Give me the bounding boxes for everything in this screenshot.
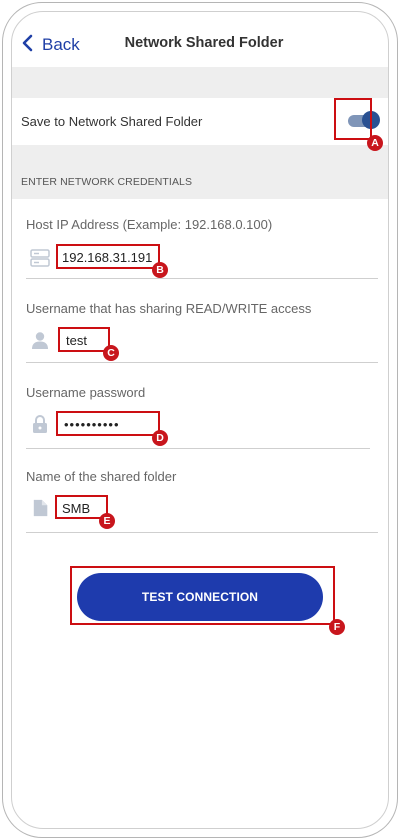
annotation-marker-a: A — [367, 135, 383, 151]
annotation-box-d — [56, 411, 160, 436]
annotation-box-b — [56, 244, 160, 269]
document-icon — [32, 498, 52, 518]
server-icon — [30, 248, 50, 268]
annotation-marker-f: F — [329, 619, 345, 635]
field-divider — [26, 448, 370, 449]
annotation-marker-c: C — [103, 345, 119, 361]
annotation-marker-e: E — [99, 513, 115, 529]
header: Back Network Shared Folder — [12, 12, 388, 67]
field-divider — [26, 532, 378, 533]
lock-icon — [30, 414, 50, 434]
annotation-box-f — [70, 566, 335, 625]
section-header — [12, 145, 388, 199]
save-to-shared-folder-row: Save to Network Shared Folder — [12, 98, 388, 145]
username-label: Username that has sharing READ/WRITE acc… — [26, 301, 312, 316]
user-icon — [30, 330, 50, 350]
annotation-box-a — [334, 98, 372, 140]
shared-folder-label: Name of the shared folder — [26, 469, 177, 484]
annotation-marker-d: D — [152, 430, 168, 446]
field-divider — [26, 362, 378, 363]
section-label: ENTER NETWORK CREDENTIALS — [21, 176, 193, 188]
save-toggle-label: Save to Network Shared Folder — [21, 114, 203, 129]
password-label: Username password — [26, 385, 146, 400]
field-divider — [26, 278, 378, 279]
page-title: Network Shared Folder — [124, 35, 284, 51]
annotation-marker-b: B — [152, 262, 168, 278]
header-spacer — [12, 67, 388, 98]
host-ip-label: Host IP Address (Example: 192.168.0.100) — [26, 217, 273, 232]
annotation-box-c — [58, 327, 110, 352]
phone-screen: Back Network Shared Folder Save to Netwo… — [11, 11, 389, 829]
